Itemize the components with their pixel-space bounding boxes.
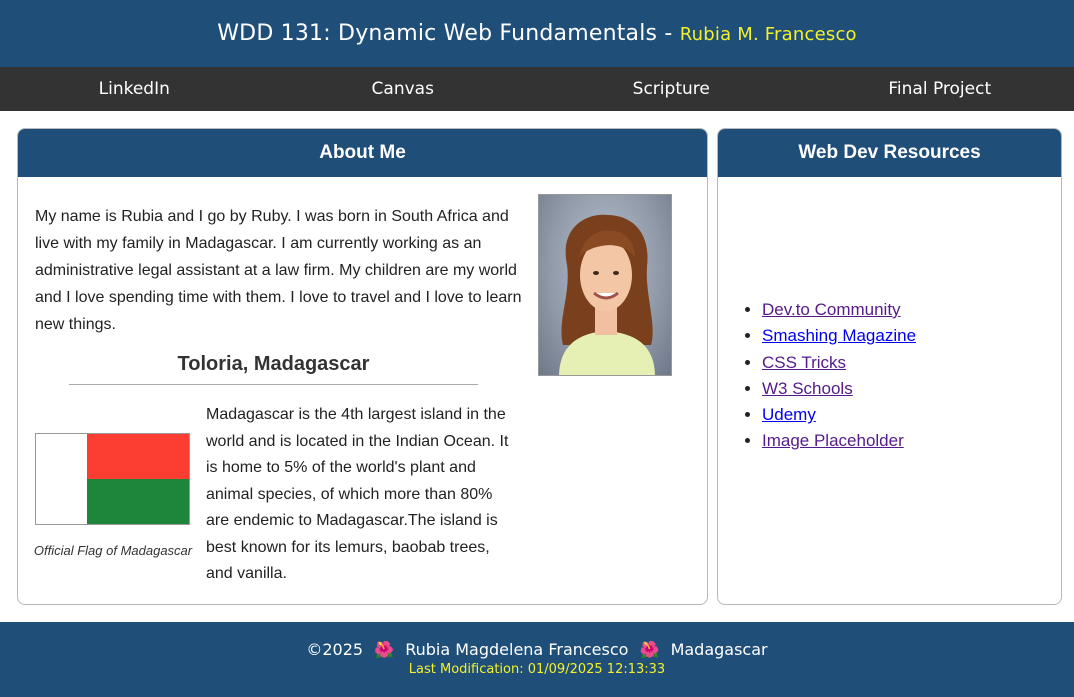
list-item: CSS Tricks: [762, 350, 916, 376]
resources-list: Dev.to Community Smashing Magazine CSS T…: [762, 297, 916, 455]
course-title: WDD 131: Dynamic Web Fundamentals -: [217, 21, 673, 46]
flag-white-band: [36, 434, 87, 524]
link-smashing-magazine[interactable]: Smashing Magazine: [762, 326, 916, 345]
student-name: Rubia M. Francesco: [679, 24, 857, 45]
profile-photo-graphic: [559, 214, 655, 375]
flag-green-band: [87, 479, 189, 524]
list-item: W3 Schools: [762, 376, 916, 402]
bio-text: My name is Rubia and I go by Ruby. I was…: [35, 208, 522, 333]
flag-caption: Official Flag of Madagascar: [33, 543, 193, 558]
site-header: WDD 131: Dynamic Web Fundamentals - Rubi…: [0, 0, 1074, 67]
list-item: Dev.to Community: [762, 297, 916, 323]
nav-link-final-project[interactable]: Final Project: [806, 67, 1074, 111]
web-dev-resources-card: Web Dev Resources Dev.to Community Smash…: [717, 128, 1062, 605]
footer-credits: ©2025 🌺 Rubia Magdelena Francesco 🌺 Mada…: [0, 640, 1074, 659]
list-item: Smashing Magazine: [762, 323, 916, 349]
list-item: Image Placeholder: [762, 428, 916, 454]
link-w3-schools[interactable]: W3 Schools: [762, 379, 853, 398]
nav-link-linkedin[interactable]: LinkedIn: [0, 67, 269, 111]
madagascar-description: Madagascar is the 4th largest island in …: [206, 406, 509, 582]
link-devto[interactable]: Dev.to Community: [762, 300, 901, 319]
footer-author: Rubia Magdelena Francesco: [405, 640, 629, 659]
list-item: Udemy: [762, 402, 916, 428]
copyright: ©2025: [306, 640, 364, 659]
flower-icon: 🌺: [374, 640, 395, 659]
page-title: WDD 131: Dynamic Web Fundamentals - Rubi…: [217, 21, 857, 46]
flag-red-band: [87, 434, 189, 479]
last-modified: Last Modification: 01/09/2025 12:13:33: [408, 662, 666, 677]
link-udemy[interactable]: Udemy: [762, 405, 816, 424]
flower-icon: 🌺: [639, 640, 660, 659]
link-css-tricks[interactable]: CSS Tricks: [762, 353, 846, 372]
footer-location: Madagascar: [670, 640, 768, 659]
main-nav: LinkedIn Canvas Scripture Final Project: [0, 67, 1074, 111]
link-image-placeholder[interactable]: Image Placeholder: [762, 431, 904, 450]
place-title: Toloria, Madagascar: [69, 353, 478, 385]
resources-heading: Web Dev Resources: [718, 129, 1061, 177]
site-footer: ©2025 🌺 Rubia Magdelena Francesco 🌺 Mada…: [0, 622, 1074, 697]
nav-link-scripture[interactable]: Scripture: [537, 67, 806, 111]
madagascar-flag: [35, 433, 190, 525]
nav-link-canvas[interactable]: Canvas: [269, 67, 538, 111]
profile-photo: [538, 194, 672, 376]
about-me-heading: About Me: [18, 129, 707, 177]
about-me-card: About Me My name is Rubia and I go by Ru…: [17, 128, 708, 605]
